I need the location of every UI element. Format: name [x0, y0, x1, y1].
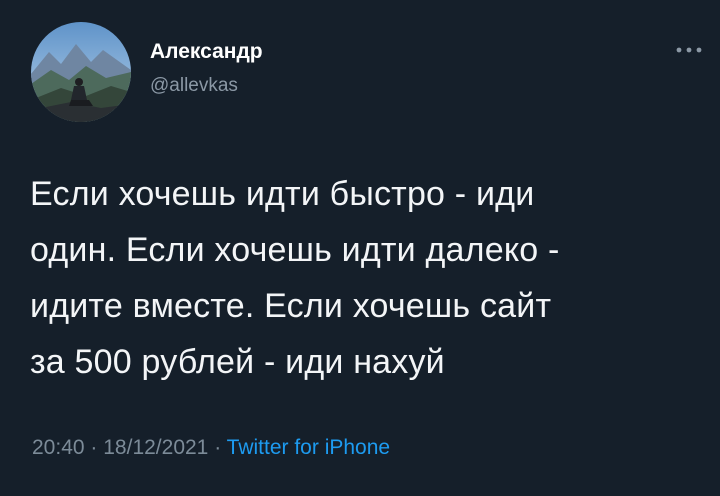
tweet-text-line: Если хочешь идти быстро - иди [30, 175, 535, 213]
author-handle[interactable]: @allevkas [150, 75, 238, 97]
meta-separator: · [214, 436, 222, 459]
tweet-text-line: один. Если хочешь идти далеко - [30, 231, 560, 269]
tweet-text-line: идите вместе. Если хочешь сайт [30, 287, 552, 325]
more-options-icon[interactable] [672, 40, 706, 60]
tweet-source-link[interactable]: Twitter for iPhone [227, 436, 390, 459]
author-name[interactable]: Александр [150, 40, 263, 64]
tweet-metadata: 20:40 · 18/12/2021 · Twitter for iPhone [32, 436, 390, 460]
tweet-text: Если хочешь идти быстро - иди один. Если… [30, 166, 700, 390]
tweet-date[interactable]: 18/12/2021 [103, 436, 208, 459]
avatar-image [31, 22, 131, 122]
tweet-time[interactable]: 20:40 [32, 436, 85, 459]
meta-separator: · [90, 436, 98, 459]
tweet-text-line: за 500 рублей - иди нахуй [30, 343, 445, 381]
tweet-card: Александр @allevkas Если хочешь идти быс… [0, 0, 720, 496]
avatar[interactable] [31, 22, 131, 122]
